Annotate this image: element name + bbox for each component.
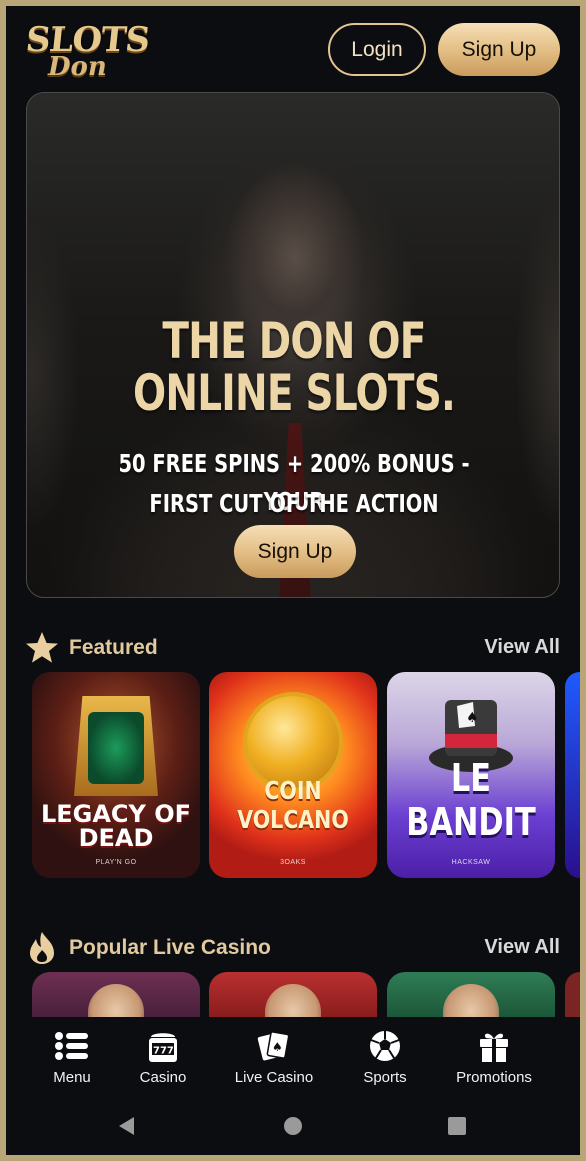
nav-promotions-label: Promotions — [456, 1069, 532, 1086]
featured-view-all-link[interactable]: View All — [484, 636, 560, 659]
nav-sports[interactable]: Sports — [352, 1017, 418, 1097]
live-casino-view-all-link[interactable]: View All — [484, 936, 560, 959]
nav-sports-label: Sports — [363, 1069, 407, 1086]
hero-signup-button[interactable]: Sign Up — [234, 525, 356, 578]
recents-icon[interactable] — [446, 1115, 468, 1137]
hero-subtitle-line2: FIRST CUT OF THE ACTION — [149, 489, 439, 518]
game-title: COIN VOLCANO — [237, 776, 349, 834]
game-tile-legacy-of-dead[interactable]: LEGACY OF DEAD PLAY'N GO — [32, 672, 200, 878]
featured-title: Featured — [69, 636, 158, 659]
svg-text:♠: ♠ — [272, 1040, 283, 1054]
hero-figure-left — [27, 223, 77, 523]
nav-promotions[interactable]: Promotions — [446, 1017, 542, 1097]
flame-icon — [30, 932, 54, 964]
nav-casino-label: Casino — [139, 1069, 187, 1086]
game-provider: 3OAKS — [280, 859, 306, 866]
scarab-art — [88, 712, 144, 784]
nav-live-casino[interactable]: ♠ Live Casino — [226, 1017, 322, 1097]
back-icon[interactable] — [116, 1115, 138, 1137]
bottom-navigation: Menu 777 Casino ♠ Live Casino Sports Pro… — [6, 1017, 580, 1097]
featured-games-carousel[interactable]: LEGACY OF DEAD PLAY'N GO COIN VOLCANO 3O… — [6, 672, 580, 882]
star-icon — [26, 632, 58, 663]
login-button[interactable]: Login — [328, 23, 426, 76]
gift-icon — [480, 1033, 508, 1062]
nav-menu-label: Menu — [53, 1069, 91, 1086]
hero-figure-right — [517, 203, 559, 523]
signup-button[interactable]: Sign Up — [438, 23, 560, 76]
logo-text-don: Don — [48, 52, 107, 82]
nav-casino[interactable]: 777 Casino — [130, 1017, 196, 1097]
svg-text:777: 777 — [153, 1046, 174, 1057]
hero-title-line2: ONLINE SLOTS. — [132, 364, 456, 422]
hero-title-line1: THE DON OF — [162, 312, 426, 370]
game-title: LEGACY OF DEAD — [32, 802, 200, 850]
game-tile-coin-volcano[interactable]: COIN VOLCANO 3OAKS — [209, 672, 377, 878]
coin-art — [247, 696, 339, 788]
cards-icon: ♠ — [257, 1031, 290, 1061]
game-title-line2: DEAD — [78, 824, 154, 852]
live-casino-section-header: Popular Live Casino View All — [6, 928, 580, 968]
featured-section-header: Featured View All — [6, 628, 580, 668]
live-casino-title: Popular Live Casino — [69, 936, 271, 959]
game-provider: PLAY'N GO — [95, 859, 137, 866]
app-screen: SLOTS Don Login Sign Up THE DON OF ONLIN… — [6, 6, 580, 1155]
game-tile-partial[interactable] — [565, 672, 580, 878]
game-tile-le-bandit[interactable]: ♠ LE BANDIT HACKSAW — [387, 672, 555, 878]
header: SLOTS Don Login Sign Up — [6, 6, 580, 92]
hero-banner[interactable]: THE DON OF ONLINE SLOTS. 50 FREE SPINS +… — [26, 92, 560, 598]
slot-machine-icon: 777 — [149, 1033, 177, 1062]
home-icon[interactable] — [282, 1115, 304, 1137]
game-provider: HACKSAW — [451, 859, 491, 866]
slots-don-logo[interactable]: SLOTS Don — [24, 18, 151, 84]
svg-text:♠: ♠ — [466, 710, 479, 726]
game-title: LE BANDIT — [406, 756, 536, 844]
nav-live-casino-label: Live Casino — [234, 1069, 314, 1086]
soccer-ball-icon — [370, 1031, 400, 1061]
system-navigation-bar — [6, 1097, 580, 1155]
nav-menu[interactable]: Menu — [42, 1017, 102, 1097]
menu-icon — [55, 1032, 88, 1060]
